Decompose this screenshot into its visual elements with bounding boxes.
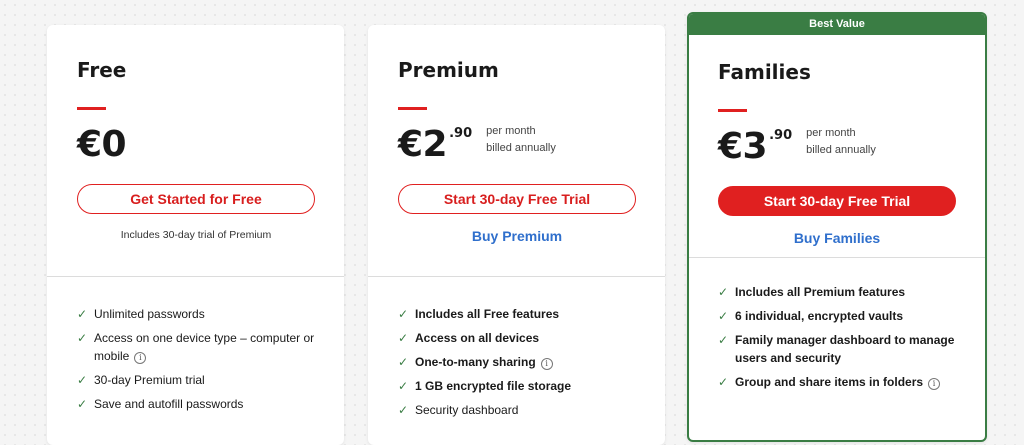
checkmark-icon: ✓ xyxy=(77,331,88,345)
feature-item: ✓ Includes all Premium features xyxy=(718,285,906,299)
feature-item: ✓ Access on one device type – computer or… xyxy=(77,331,315,364)
feature-item: ✓ 6 individual, encrypted vaults xyxy=(718,309,904,323)
price-amount: €3 xyxy=(718,126,768,167)
plan-card-premium: Premium €2 .90 per month billed annually… xyxy=(368,25,665,445)
feature-item: ✓ Family manager dashboard to manage user… xyxy=(718,333,955,365)
checkmark-icon: ✓ xyxy=(718,285,729,299)
buy-families-link[interactable]: Buy Families xyxy=(718,230,956,246)
info-icon[interactable]: i xyxy=(928,378,941,390)
accent-divider xyxy=(398,107,427,110)
checkmark-icon: ✓ xyxy=(77,307,88,321)
feature-item: ✓ Security dashboard xyxy=(398,403,519,417)
plan-card-families: Best Value Families €3 .90 per month bil… xyxy=(687,12,987,442)
trial-note: Includes 30-day trial of Premium xyxy=(120,229,272,241)
price-amount: €2 xyxy=(398,124,448,165)
feature-list: ✓ Unlimited passwords ✓ Access on one devi… xyxy=(77,305,324,419)
feature-item: ✓ Save and autofill passwords xyxy=(77,397,244,411)
plan-name: Premium xyxy=(398,58,499,82)
best-value-banner: Best Value xyxy=(689,14,985,35)
checkmark-icon: ✓ xyxy=(718,333,729,347)
plan-card-free: Free €0 Get Started for Free Includes 30… xyxy=(47,25,344,445)
feature-item: ✓ 1 GB encrypted file storage xyxy=(398,379,572,393)
feature-item: ✓ Unlimited passwords xyxy=(77,307,205,321)
feature-item: ✓ Access on all devices xyxy=(398,331,540,345)
checkmark-icon: ✓ xyxy=(718,309,729,323)
checkmark-icon: ✓ xyxy=(77,373,88,387)
section-divider xyxy=(689,257,985,258)
price-row: €3 .90 per month billed annually xyxy=(718,127,956,171)
start-trial-families-button[interactable]: Start 30-day Free Trial xyxy=(718,186,956,216)
plan-name: Families xyxy=(718,60,811,84)
checkmark-icon: ✓ xyxy=(77,397,88,411)
section-divider xyxy=(368,276,665,277)
checkmark-icon: ✓ xyxy=(398,355,409,369)
buy-premium-link[interactable]: Buy Premium xyxy=(398,228,636,244)
checkmark-icon: ✓ xyxy=(398,403,409,417)
info-icon[interactable]: i xyxy=(540,358,553,370)
price-row: €0 xyxy=(77,125,314,169)
checkmark-icon: ✓ xyxy=(718,375,729,389)
get-started-free-button[interactable]: Get Started for Free xyxy=(77,184,315,214)
plan-name: Free xyxy=(77,58,127,82)
price-cents: .90 xyxy=(449,126,473,141)
price-amount: €0 xyxy=(77,124,127,165)
feature-list: ✓ Includes all Free features ✓ Access on a… xyxy=(398,305,645,425)
feature-list: ✓ Includes all Premium features ✓ 6 indivi… xyxy=(718,283,965,397)
price-cents: .90 xyxy=(769,128,793,143)
feature-item: ✓ One-to-many sharing i xyxy=(398,353,645,371)
feature-item: ✓ Group and share items in folders i xyxy=(718,373,965,391)
checkmark-icon: ✓ xyxy=(398,331,409,345)
billing-note: per month billed annually xyxy=(486,125,556,154)
billing-note: per month billed annually xyxy=(806,127,876,156)
checkmark-icon: ✓ xyxy=(398,307,409,321)
feature-item: ✓ Includes all Free features xyxy=(398,307,560,321)
accent-divider xyxy=(77,107,106,110)
price-row: €2 .90 per month billed annually xyxy=(398,125,635,169)
start-trial-premium-button[interactable]: Start 30-day Free Trial xyxy=(398,184,636,214)
section-divider xyxy=(47,276,344,277)
info-icon[interactable]: i xyxy=(134,352,147,364)
feature-item: ✓ 30-day Premium trial xyxy=(77,373,205,387)
accent-divider xyxy=(718,109,747,112)
checkmark-icon: ✓ xyxy=(398,379,409,393)
